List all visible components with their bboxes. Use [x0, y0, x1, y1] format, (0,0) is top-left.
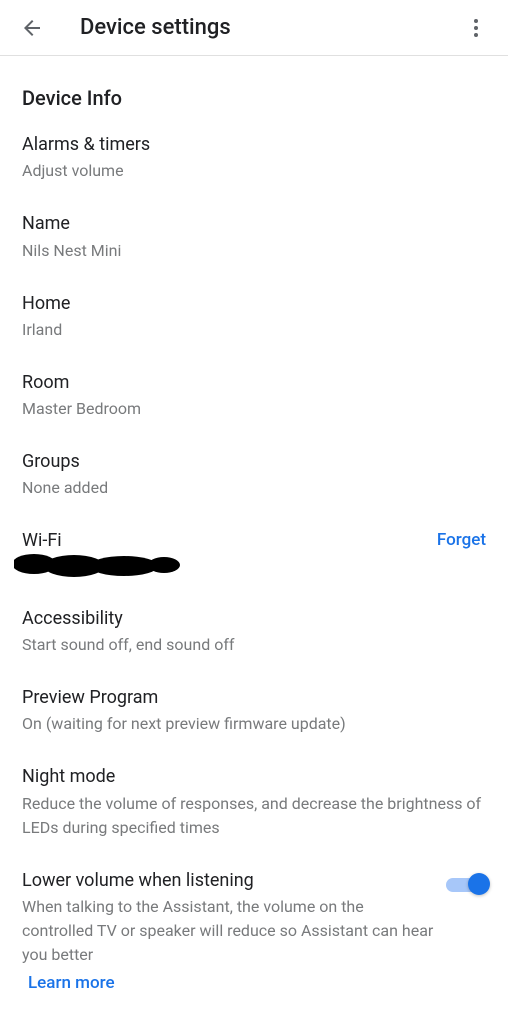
wifi-forget-button[interactable]: Forget [437, 530, 486, 550]
item-groups[interactable]: Groups None added [22, 435, 486, 514]
item-subtitle: Start sound off, end sound off [22, 633, 486, 657]
more-options-button[interactable] [456, 8, 496, 48]
wifi-ssid-redacted [22, 556, 486, 578]
item-subtitle: Nils Nest Mini [22, 239, 486, 263]
item-title: Groups [22, 450, 486, 474]
item-subtitle: None added [22, 476, 486, 500]
item-wifi[interactable]: Wi-Fi Forget [22, 514, 486, 591]
back-button[interactable] [12, 8, 52, 48]
item-title: Accessibility [22, 607, 486, 631]
item-title: Wi-Fi [22, 529, 486, 553]
item-subtitle: When talking to the Assistant, the volum… [22, 895, 434, 967]
item-accessibility[interactable]: Accessibility Start sound off, end sound… [22, 592, 486, 671]
item-title: Alarms & timers [22, 133, 486, 157]
item-alarms-timers[interactable]: Alarms & timers Adjust volume [22, 118, 486, 197]
item-subtitle: Reduce the volume of responses, and decr… [22, 792, 486, 840]
item-room[interactable]: Room Master Bedroom [22, 356, 486, 435]
section-header-device-info: Device Info [22, 86, 486, 110]
item-title: Night mode [22, 765, 486, 789]
item-subtitle: Master Bedroom [22, 397, 486, 421]
switch-thumb [468, 873, 490, 895]
item-title: Preview Program [22, 686, 486, 710]
item-title: Home [22, 292, 486, 316]
content: Device Info Alarms & timers Adjust volum… [0, 86, 508, 1007]
item-home[interactable]: Home Irland [22, 277, 486, 356]
item-title: Room [22, 371, 486, 395]
item-title: Name [22, 212, 486, 236]
item-night-mode[interactable]: Night mode Reduce the volume of response… [22, 750, 486, 853]
learn-more-link[interactable]: Learn more [22, 973, 115, 993]
app-bar: Device settings [0, 0, 508, 56]
item-title: Lower volume when listening [22, 869, 434, 893]
arrow-back-icon [20, 16, 44, 40]
lower-volume-toggle[interactable] [446, 873, 486, 895]
item-preview-program[interactable]: Preview Program On (waiting for next pre… [22, 671, 486, 750]
item-subtitle: On (waiting for next preview firmware up… [22, 712, 486, 736]
item-subtitle: Irland [22, 318, 486, 342]
page-title: Device settings [80, 15, 456, 40]
item-lower-volume[interactable]: Lower volume when listening When talking… [22, 854, 486, 1007]
item-name[interactable]: Name Nils Nest Mini [22, 197, 486, 276]
item-subtitle: Adjust volume [22, 159, 486, 183]
more-vert-icon [464, 16, 488, 40]
